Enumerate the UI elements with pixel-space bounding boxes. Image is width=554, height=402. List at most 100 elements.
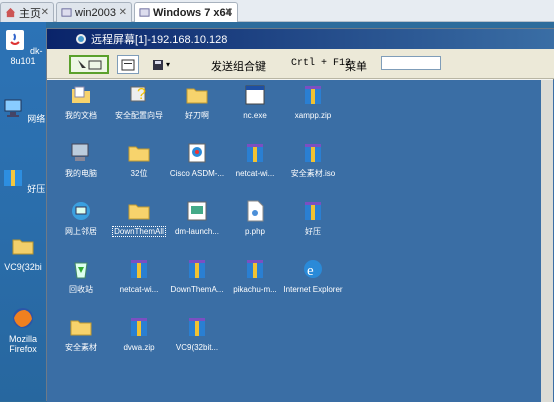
remote-toolbar: ▾ 发送组合键 Crtl + F12 菜单 bbox=[47, 49, 554, 79]
host-icon-label: Mozilla Firefox bbox=[8, 334, 37, 354]
svg-text:?: ? bbox=[137, 86, 146, 103]
desktop-icon[interactable]: e Internet Explorer bbox=[283, 257, 343, 295]
tab-windows-7[interactable]: Windows 7 x64 ✕ bbox=[134, 2, 238, 22]
home-icon bbox=[5, 7, 16, 18]
desktop-icon-label: 回收站 bbox=[69, 285, 93, 294]
firefox-icon bbox=[13, 308, 33, 328]
cisco-asdm-icon bbox=[188, 143, 206, 163]
desktop-icon-label: dvwa.zip bbox=[123, 343, 155, 352]
desktop-icon-label: VC9(32bit... bbox=[175, 343, 219, 352]
host-icon-vc9[interactable]: VC9(32bi bbox=[0, 234, 46, 272]
close-icon[interactable]: ✕ bbox=[225, 7, 233, 18]
desktop-icon[interactable]: netcat-wi... bbox=[109, 257, 169, 295]
fullscreen-button[interactable] bbox=[117, 55, 139, 74]
vertical-scrollbar[interactable] bbox=[541, 80, 553, 402]
tab-bar: 主页 ✕ win2003 ✕ Windows 7 x64 ✕ bbox=[0, 0, 554, 22]
send-combo-key-button[interactable]: 发送组合键 bbox=[211, 58, 266, 74]
save-button[interactable]: ▾ bbox=[147, 55, 175, 74]
iso-archive-icon bbox=[305, 144, 321, 162]
chevron-down-icon: ▾ bbox=[165, 60, 170, 69]
desktop-icon[interactable]: pikachu-m... bbox=[225, 257, 285, 295]
internet-explorer-icon: e bbox=[304, 260, 322, 279]
desktop-icon-label: xampp.zip bbox=[294, 111, 332, 120]
desktop-icon[interactable]: nc.exe bbox=[225, 83, 285, 121]
menu-input[interactable] bbox=[381, 56, 441, 70]
security-wizard-icon: ? bbox=[130, 86, 146, 103]
tab-win2003[interactable]: win2003 ✕ bbox=[56, 2, 132, 22]
desktop-icon[interactable]: 我的文档 bbox=[51, 83, 111, 121]
exe-window-icon bbox=[245, 85, 265, 105]
desktop-icon-label: 安全素材 bbox=[65, 343, 97, 352]
desktop-icon[interactable]: netcat-wi... bbox=[225, 141, 285, 179]
desktop-icon-label: 安全配置向导 bbox=[115, 111, 163, 120]
desktop-icon[interactable]: VC9(32bit... bbox=[167, 315, 227, 353]
desktop-icon[interactable]: 好刀啊 bbox=[167, 83, 227, 121]
folder-icon bbox=[128, 146, 150, 162]
close-icon[interactable]: ✕ bbox=[41, 7, 49, 18]
close-icon[interactable]: ✕ bbox=[119, 7, 127, 18]
desktop-icon[interactable]: ? 安全配置向导 bbox=[109, 83, 169, 121]
desktop-icon-label: 我的文档 bbox=[65, 111, 97, 120]
desktop-icon-label: 好压 bbox=[305, 227, 321, 236]
zip-archive-icon bbox=[189, 318, 205, 336]
zip-archive-icon bbox=[305, 86, 321, 104]
desktop-icon[interactable]: 安全素材 bbox=[51, 315, 111, 353]
host-icon-haozip[interactable]: 好压 bbox=[0, 166, 46, 195]
host-icon-label: 网络 bbox=[27, 114, 46, 124]
desktop-icon-label: netcat-wi... bbox=[235, 169, 275, 178]
host-icon-firefox[interactable]: Mozilla Firefox bbox=[0, 306, 46, 354]
desktop-icon-label: nc.exe bbox=[243, 111, 267, 120]
host-icon-label: 好压 bbox=[27, 184, 46, 194]
desktop-icon[interactable]: dm-launch... bbox=[167, 199, 227, 237]
desktop-icon[interactable]: DownThemA... bbox=[167, 257, 227, 295]
desktop-icon-label: DownThemA... bbox=[170, 285, 224, 294]
desktop-icon[interactable]: 回收站 bbox=[51, 257, 111, 295]
desktop-icon-label: p.php bbox=[244, 227, 266, 236]
desktop-icon[interactable]: 好压 bbox=[283, 199, 343, 237]
desktop-icon[interactable]: 32位 bbox=[109, 141, 169, 179]
tab-home[interactable]: 主页 ✕ bbox=[0, 2, 54, 22]
my-computer-icon bbox=[71, 143, 89, 161]
folder-icon bbox=[186, 88, 208, 104]
menu-label[interactable]: 菜单 bbox=[345, 58, 367, 74]
folder-icon bbox=[12, 239, 34, 255]
vm-icon bbox=[139, 8, 150, 17]
desktop-icon-label: netcat-wi... bbox=[119, 285, 159, 294]
zip-archive-icon bbox=[305, 202, 321, 220]
java-installer-icon bbox=[6, 30, 25, 50]
desktop-icon[interactable]: 网上邻居 bbox=[51, 199, 111, 237]
desktop-icon[interactable]: p.php bbox=[225, 199, 285, 237]
desktop-icon-label: Internet Explorer bbox=[283, 285, 343, 294]
svg-text:e: e bbox=[307, 263, 314, 279]
desktop-icon-label: 安全素材.iso bbox=[290, 169, 336, 178]
host-icon-label: VC9(32bi bbox=[4, 262, 42, 272]
desktop-icon-label: DownThemAll bbox=[112, 226, 166, 237]
haozip-icon bbox=[3, 170, 22, 186]
desktop-icon-label: 好刀啊 bbox=[185, 111, 209, 120]
zip-archive-icon bbox=[131, 260, 147, 278]
window-icon bbox=[121, 59, 135, 70]
zip-archive-icon bbox=[131, 318, 147, 336]
toggle-pointer-button[interactable] bbox=[69, 55, 109, 74]
host-icon-network[interactable]: 网络 bbox=[0, 96, 46, 125]
shortcut-hint: Crtl + F12 bbox=[291, 58, 352, 69]
folder-icon bbox=[128, 204, 150, 220]
zip-archive-icon bbox=[189, 260, 205, 278]
desktop-icon[interactable]: 安全素材.iso bbox=[283, 141, 343, 179]
folder-icon bbox=[70, 320, 92, 336]
floppy-icon bbox=[152, 59, 163, 70]
my-documents-icon bbox=[72, 86, 90, 103]
desktop-icon-label: 网上邻居 bbox=[65, 227, 97, 236]
tab-label: 主页 bbox=[19, 7, 41, 20]
host-icon-jdk[interactable]: dk-8u101 bbox=[0, 28, 46, 66]
desktop-icon[interactable]: Cisco ASDM-... bbox=[167, 141, 227, 179]
remote-title-bar: 远程屏幕[1]-192.168.10.128 bbox=[47, 29, 554, 49]
desktop-icon[interactable]: dvwa.zip bbox=[109, 315, 169, 353]
remote-screen-window: 远程屏幕[1]-192.168.10.128 ▾ 发送组合键 Crtl + F1… bbox=[46, 28, 554, 402]
desktop-icon[interactable]: xampp.zip bbox=[283, 83, 343, 121]
desktop-icon[interactable]: DownThemAll bbox=[109, 199, 169, 237]
remote-title: 远程屏幕[1]-192.168.10.128 bbox=[91, 34, 228, 46]
desktop-icon[interactable]: 我的电脑 bbox=[51, 141, 111, 179]
dm-launcher-icon bbox=[187, 201, 207, 221]
desktop-icon-label: 我的电脑 bbox=[65, 169, 97, 178]
